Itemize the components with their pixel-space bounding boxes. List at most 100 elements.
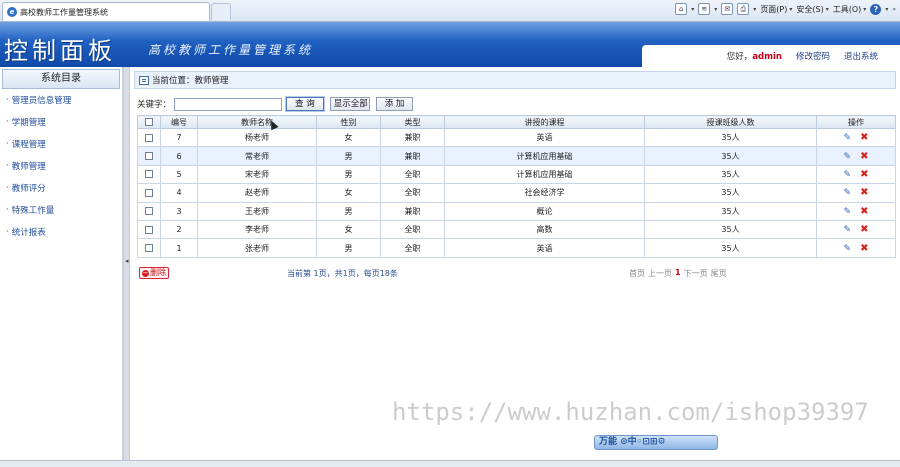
cell-gender: 女 bbox=[316, 127, 381, 148]
sidebar-item-reports[interactable]: · 统计报表 bbox=[0, 221, 122, 243]
batch-delete-button[interactable]: − 删除 bbox=[139, 267, 169, 279]
chevron-down-icon: ▾ bbox=[863, 5, 867, 13]
column-header[interactable]: 教师名称 bbox=[197, 115, 317, 129]
delete-icon[interactable]: ✖ bbox=[860, 187, 868, 198]
browser-tab[interactable]: e 高校教师工作量管理系统 bbox=[2, 2, 210, 21]
column-header[interactable]: 编号 bbox=[160, 115, 198, 129]
cell-name: 王老师 bbox=[197, 201, 317, 221]
brand-title: 控制面板 bbox=[4, 37, 116, 65]
delete-icon[interactable]: ✖ bbox=[860, 206, 868, 217]
collapse-arrow-icon[interactable]: ◂ bbox=[125, 257, 129, 265]
print-icon[interactable]: ⎙ bbox=[737, 3, 750, 15]
sidebar-item-semester[interactable]: · 学期管理 bbox=[0, 111, 122, 133]
column-header[interactable]: 性别 bbox=[316, 115, 381, 129]
sidebar-splitter[interactable]: ◂ bbox=[123, 67, 130, 460]
delete-icon[interactable]: ✖ bbox=[860, 151, 868, 162]
cell-type: 全职 bbox=[380, 164, 445, 185]
delete-icon[interactable]: ✖ bbox=[860, 243, 868, 254]
query-button[interactable]: 查 询 bbox=[285, 96, 325, 112]
delete-icon[interactable]: ✖ bbox=[860, 169, 868, 180]
overflow-icon[interactable]: » bbox=[892, 6, 896, 13]
row-select-cell bbox=[137, 164, 161, 185]
home-icon[interactable]: ⌂ bbox=[675, 3, 688, 15]
show-all-button[interactable]: 显示全部 bbox=[329, 97, 370, 111]
chevron-down-icon: ▾ bbox=[789, 5, 793, 13]
help-icon[interactable]: ? bbox=[870, 3, 882, 15]
status-bar bbox=[0, 460, 900, 467]
row-checkbox[interactable] bbox=[145, 133, 153, 142]
breadcrumb: 当前位置：教师管理 bbox=[134, 71, 896, 89]
feeds-caret-icon[interactable]: ▾ bbox=[714, 6, 717, 13]
cell-actions: ✎ ✖ bbox=[816, 201, 896, 221]
tools-menu-label: 工具(O) bbox=[832, 4, 862, 14]
new-tab-button[interactable] bbox=[211, 3, 231, 20]
add-button[interactable]: 添 加 bbox=[375, 97, 414, 111]
edit-icon[interactable]: ✎ bbox=[844, 225, 852, 235]
sidebar-item-rating[interactable]: · 教师评分 bbox=[0, 177, 122, 199]
cell-students: 35人 bbox=[644, 201, 817, 221]
safety-menu[interactable]: 安全(S) ▾ bbox=[796, 4, 828, 15]
mail-icon[interactable]: ✉ bbox=[721, 3, 734, 15]
cell-name: 宋老师 bbox=[197, 164, 317, 185]
cell-actions: ✎ ✖ bbox=[816, 164, 896, 185]
edit-icon[interactable]: ✎ bbox=[844, 170, 852, 180]
sidebar-item-label: 教师管理 bbox=[11, 162, 46, 172]
cell-name: 赵老师 bbox=[197, 183, 317, 203]
row-checkbox[interactable] bbox=[145, 170, 153, 179]
select-all-checkbox[interactable] bbox=[145, 118, 153, 126]
delete-icon[interactable]: ✖ bbox=[860, 224, 868, 235]
sidebar: 系统目录 · 管理员信息管理 · 学期管理 · 课程管理 · 教师管理 · 教师评分 · 特… bbox=[0, 67, 123, 460]
pager-first[interactable]: 首页 bbox=[629, 268, 645, 279]
edit-icon[interactable]: ✎ bbox=[844, 133, 852, 143]
keyword-input[interactable] bbox=[174, 97, 283, 111]
column-header[interactable]: 授课班级人数 bbox=[644, 115, 817, 129]
column-header[interactable]: 类型 bbox=[380, 115, 445, 129]
table-header-row: 编号 教师名称 性别 类型 讲授的课程 授课班级人数 操作 bbox=[137, 115, 896, 129]
pager-prev[interactable]: 上一页 bbox=[648, 268, 672, 279]
cell-students: 35人 bbox=[644, 183, 817, 203]
cell-gender: 女 bbox=[316, 183, 381, 203]
command-bar: ⌂ ▾ ≋ ▾ ✉ ⎙ ▾ 页面(P) ▾ 安全(S) ▾ 工具(O) ▾ ? ▾ » bbox=[675, 3, 896, 15]
logout-link[interactable]: 退出系统 bbox=[844, 50, 878, 62]
sidebar-item-teacher[interactable]: · 教师管理 bbox=[0, 155, 122, 177]
row-checkbox[interactable] bbox=[145, 188, 153, 197]
batch-delete-label: 删除 bbox=[150, 268, 166, 277]
location-icon bbox=[139, 75, 149, 85]
edit-icon[interactable]: ✎ bbox=[844, 188, 852, 198]
print-caret-icon[interactable]: ▾ bbox=[753, 6, 756, 13]
teacher-table: 编号 教师名称 性别 类型 讲授的课程 授课班级人数 操作 7 杨老师 女 兼职… bbox=[137, 115, 896, 258]
cell-actions: ✎ ✖ bbox=[816, 146, 896, 166]
bullet-icon: · bbox=[6, 205, 9, 215]
pager-next[interactable]: 下一页 bbox=[684, 268, 708, 279]
edit-icon[interactable]: ✎ bbox=[844, 152, 852, 162]
column-header[interactable]: 讲授的课程 bbox=[444, 115, 645, 129]
home-caret-icon[interactable]: ▾ bbox=[691, 6, 694, 13]
row-checkbox[interactable] bbox=[145, 244, 153, 253]
watermark: https://www.huzhan.com/ishop39397 bbox=[392, 398, 869, 426]
column-header: 操作 bbox=[816, 115, 896, 129]
sidebar-item-label: 管理员信息管理 bbox=[11, 96, 72, 106]
cell-type: 兼职 bbox=[380, 127, 445, 148]
edit-icon[interactable]: ✎ bbox=[844, 244, 852, 254]
sidebar-item-course[interactable]: · 课程管理 bbox=[0, 133, 122, 155]
cell-course: 英语 bbox=[444, 127, 645, 148]
help-caret-icon[interactable]: ▾ bbox=[885, 6, 888, 13]
feeds-icon[interactable]: ≋ bbox=[698, 3, 711, 15]
row-select-cell bbox=[137, 127, 161, 148]
keyword-label: 关键字： bbox=[137, 100, 172, 110]
change-password-link[interactable]: 修改密码 bbox=[796, 50, 830, 62]
table-row: 6 常老师 男 兼职 计算机应用基础 35人 ✎ ✖ bbox=[137, 146, 896, 166]
pager-last[interactable]: 尾页 bbox=[711, 268, 727, 279]
sidebar-item-special-workload[interactable]: · 特殊工作量 bbox=[0, 199, 122, 221]
edit-icon[interactable]: ✎ bbox=[844, 207, 852, 217]
cell-id: 4 bbox=[160, 183, 198, 203]
row-checkbox[interactable] bbox=[145, 225, 153, 234]
page-menu[interactable]: 页面(P) ▾ bbox=[760, 4, 792, 15]
delete-icon[interactable]: ✖ bbox=[860, 132, 868, 143]
cell-students: 35人 bbox=[644, 146, 817, 166]
row-checkbox[interactable] bbox=[145, 207, 153, 216]
sidebar-item-admin-info[interactable]: · 管理员信息管理 bbox=[0, 89, 122, 111]
tools-menu[interactable]: 工具(O) ▾ bbox=[833, 4, 867, 15]
row-checkbox[interactable] bbox=[145, 152, 153, 161]
sidebar-item-label: 教师评分 bbox=[11, 184, 46, 194]
